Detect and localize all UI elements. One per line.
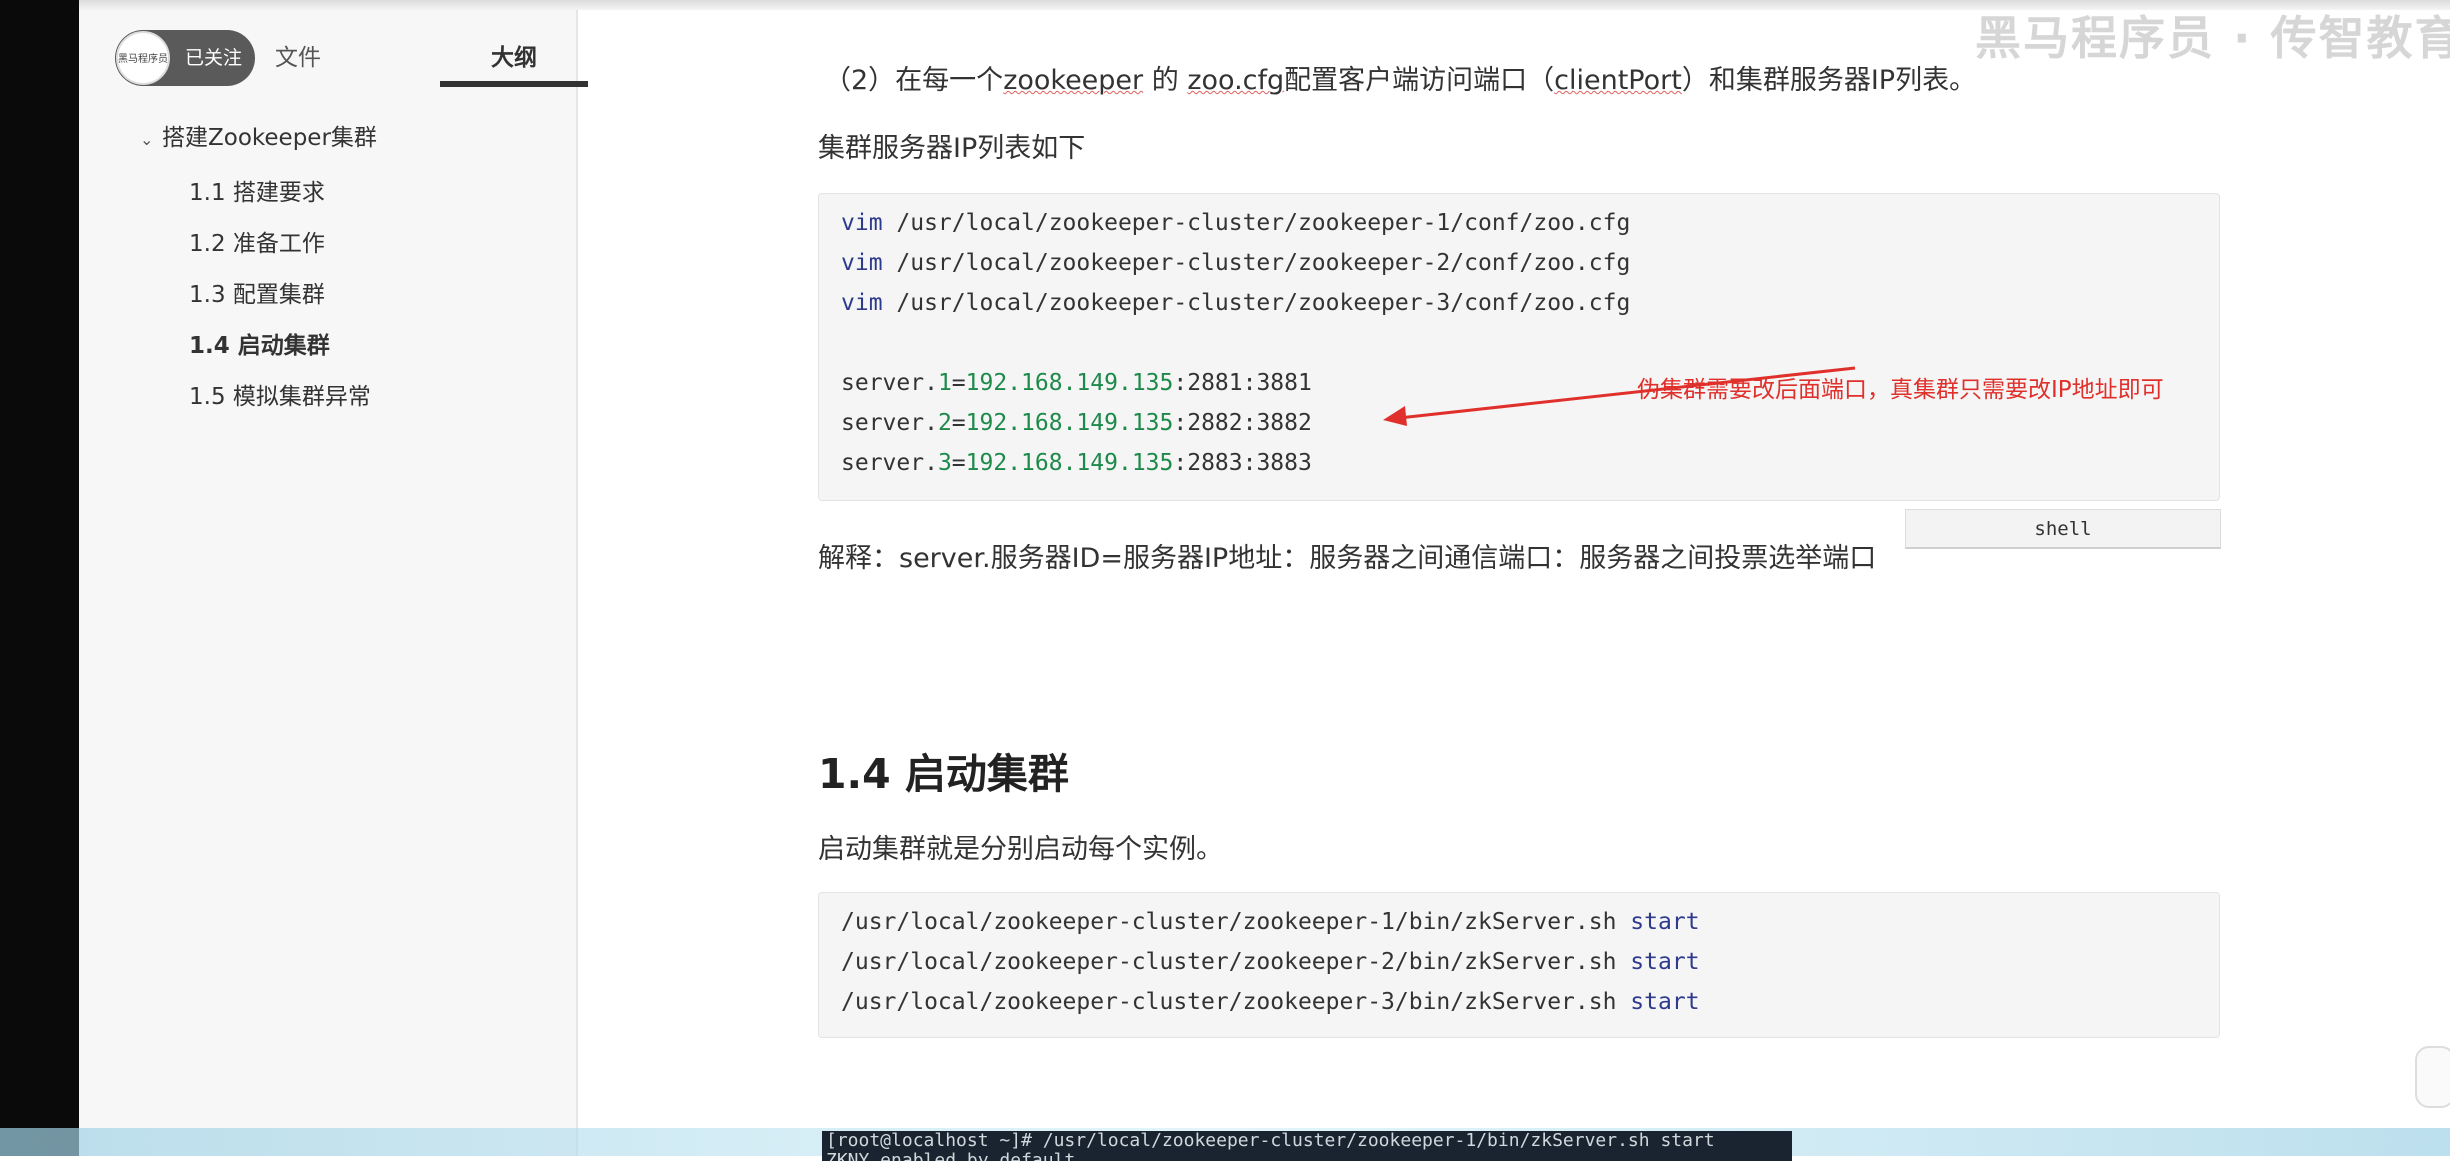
outline-item-1-2[interactable]: 1.2 准备工作 (189, 224, 325, 258)
tab-outline[interactable]: 大纲 (440, 38, 588, 72)
watermark-logo: 黑马程序员 · 传智教育 (1975, 11, 2450, 65)
code-line: /usr/local/zookeeper-cluster/zookeeper-1… (841, 909, 1700, 935)
para-start: 启动集群就是分别启动每个实例。 (818, 834, 1223, 865)
code-line: server.2=192.168.149.135:2882:3882 (841, 410, 1312, 436)
code-language-selector[interactable]: shell (1905, 509, 2221, 549)
code-line: server.1=192.168.149.135:2881:3881 (841, 370, 1312, 396)
outline-root[interactable]: ⌄ 搭建Zookeeper集群 (140, 118, 377, 152)
para-config: （2）在每一个zookeeper 的 zoo.cfg配置客户端访问端口（clie… (824, 65, 1977, 96)
outline-item-1-5[interactable]: 1.5 模拟集群异常 (189, 377, 371, 411)
active-tab-underline (440, 81, 588, 87)
left-black-strip (0, 0, 79, 1156)
code-line: vim /usr/local/zookeeper-cluster/zookeep… (841, 290, 1631, 316)
code-line: server.3=192.168.149.135:2883:3883 (841, 450, 1312, 476)
para-explain: 解释：server.服务器ID=服务器IP地址：服务器之间通信端口：服务器之间投… (818, 543, 1877, 574)
code-block-config[interactable]: vim /usr/local/zookeeper-cluster/zookeep… (818, 193, 2220, 501)
outline-item-1-1[interactable]: 1.1 搭建要求 (189, 173, 325, 207)
code-block-start[interactable]: /usr/local/zookeeper-cluster/zookeeper-1… (818, 892, 2220, 1038)
code-line: vim /usr/local/zookeeper-cluster/zookeep… (841, 210, 1631, 236)
follow-label: 已关注 (185, 47, 243, 69)
outline-root-label: 搭建Zookeeper集群 (162, 125, 377, 151)
code-line: vim /usr/local/zookeeper-cluster/zookeep… (841, 250, 1631, 276)
sidebar: 已关注 黑马程序员 文件 大纲 ⌄ 搭建Zookeeper集群 1.1 搭建要求 … (79, 0, 588, 1156)
chevron-down-icon[interactable]: ⌄ (140, 130, 156, 149)
annotation-text: 伪集群需要改后面端口，真集群只需要改IP地址即可 (1637, 377, 2164, 403)
tab-file[interactable]: 文件 (275, 38, 321, 72)
terminal-screenshot: [root@localhost ~]# /usr/local/zookeeper… (822, 1131, 1792, 1161)
avatar-text: 黑马程序员 (118, 54, 168, 65)
code-line: /usr/local/zookeeper-cluster/zookeeper-2… (841, 949, 1700, 975)
side-scroll-handle[interactable] (2415, 1046, 2450, 1108)
outline-item-1-3[interactable]: 1.3 配置集群 (189, 275, 325, 309)
section-heading: 1.4 启动集群 (818, 750, 1069, 798)
avatar[interactable]: 黑马程序员 (116, 31, 170, 85)
para-iplist: 集群服务器IP列表如下 (818, 133, 1086, 164)
outline-item-1-4[interactable]: 1.4 启动集群 (189, 326, 330, 360)
code-line: /usr/local/zookeeper-cluster/zookeeper-3… (841, 989, 1700, 1015)
